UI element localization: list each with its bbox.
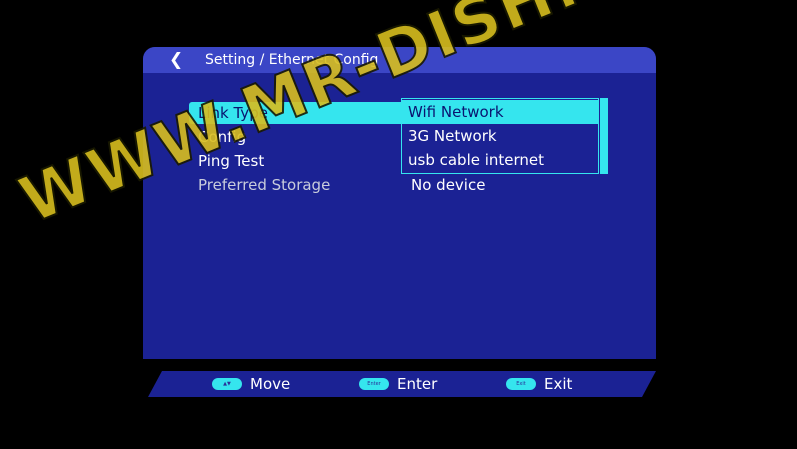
hint-enter: Enter Enter <box>359 371 437 397</box>
menu-item-label: Preferred Storage <box>198 176 331 194</box>
dropdown-scrollbar[interactable] <box>600 98 608 174</box>
link-type-dropdown[interactable]: Wifi Network 3G Network usb cable intern… <box>401 98 599 174</box>
exit-key-icon: Exit <box>506 378 536 390</box>
scrollbar-thumb[interactable] <box>600 98 608 174</box>
hint-exit: Exit Exit <box>506 371 572 397</box>
chevron-left-icon[interactable]: ❮ <box>169 49 183 71</box>
dropdown-option-wifi-network[interactable]: Wifi Network <box>402 100 598 124</box>
menu-item-label: Config <box>198 128 247 146</box>
menu-item-label: Link Type <box>198 104 268 122</box>
dropdown-option-3g-network[interactable]: 3G Network <box>402 124 598 148</box>
title-bar: ❮ Setting / Ethernet Config <box>143 47 656 73</box>
preferred-storage-value: No device <box>411 176 486 194</box>
hint-label: Exit <box>544 375 573 393</box>
menu-item-label: Ping Test <box>198 152 265 170</box>
enter-key-icon: Enter <box>359 378 389 390</box>
move-key-icon: ▲▼ <box>212 378 242 390</box>
settings-panel: ❮ Setting / Ethernet Config Link Type Co… <box>143 47 656 359</box>
footer-hint-bar: ▲▼ Move Enter Enter Exit Exit <box>148 371 656 397</box>
hint-move: ▲▼ Move <box>212 371 290 397</box>
hint-label: Move <box>250 375 291 393</box>
page-title: Setting / Ethernet Config <box>205 52 379 68</box>
dropdown-option-usb-cable-internet[interactable]: usb cable internet <box>402 148 598 172</box>
hint-label: Enter <box>397 375 438 393</box>
